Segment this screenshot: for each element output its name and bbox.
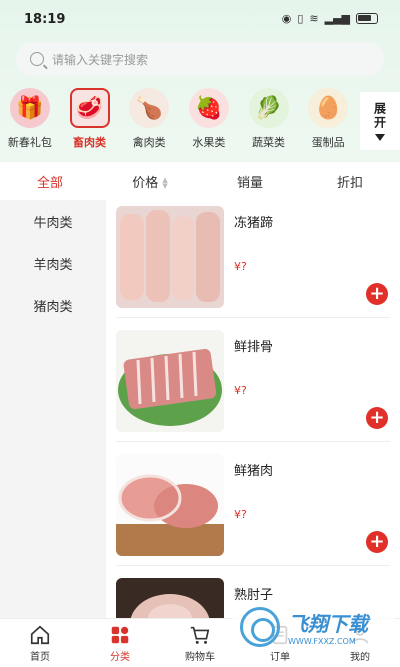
watermark-logo xyxy=(240,607,280,647)
search-placeholder: 请输入关键字搜索 xyxy=(52,52,149,67)
product-image-pork-ribs xyxy=(116,330,224,432)
add-to-cart-button[interactable]: + xyxy=(366,407,388,429)
search-input[interactable]: 请输入关键字搜索 xyxy=(16,42,384,76)
vegetable-icon: 🥬 xyxy=(248,88,289,128)
subcategory-beef[interactable]: 牛肉类 xyxy=(0,200,106,242)
product-price: ¥? xyxy=(234,384,247,397)
status-time: 18:19 xyxy=(24,12,66,27)
product-card[interactable]: 鲜排骨 ¥? + xyxy=(116,324,390,442)
add-to-cart-button[interactable]: + xyxy=(366,283,388,305)
gift-box-icon: 🎁 xyxy=(9,88,50,128)
wifi-icon: ≋ xyxy=(309,12,319,25)
product-image-pork-knuckle xyxy=(116,578,224,618)
category-strip: 🎁 新春礼包 🥩 畜肉类 🍗 禽肉类 🍓 水果类 🥬 蔬菜类 🥚 蛋制品 xyxy=(0,88,358,158)
eye-icon: ◉ xyxy=(281,12,292,25)
sort-all-tab[interactable]: 全部 xyxy=(0,172,100,191)
subcategory-sidebar: 牛肉类 羊肉类 猪肉类 xyxy=(0,200,106,618)
subcategory-pork[interactable]: 猪肉类 xyxy=(0,284,106,326)
sort-arrows-icon: ▲ ▼ xyxy=(162,176,168,190)
home-icon xyxy=(30,625,50,644)
category-red-meat[interactable]: 🥩 畜肉类 xyxy=(60,88,120,158)
red-meat-icon: 🥩 xyxy=(69,88,110,128)
vibrate-icon: ▯ xyxy=(297,12,304,25)
add-to-cart-button[interactable]: + xyxy=(366,531,388,553)
search-icon xyxy=(30,52,44,66)
product-card[interactable]: 鲜猪肉 ¥? + xyxy=(116,448,390,566)
product-name: 熟肘子 xyxy=(234,588,274,603)
product-card[interactable]: 冻猪蹄 ¥? + xyxy=(116,200,390,318)
status-icons: ◉ ▯ ≋ ▂▄▆ xyxy=(282,12,378,25)
category-gift[interactable]: 🎁 新春礼包 xyxy=(0,88,60,158)
expand-categories-button[interactable]: 展开 xyxy=(360,92,400,150)
poultry-icon: 🍗 xyxy=(129,88,170,128)
sort-price-tab[interactable]: 价格 ▲ ▼ xyxy=(100,172,200,191)
category-poultry[interactable]: 🍗 禽肉类 xyxy=(119,88,179,158)
tab-category[interactable]: 分类 xyxy=(80,619,160,667)
signal-icon: ▂▄▆ xyxy=(324,12,350,25)
sort-bar: 全部 价格 ▲ ▼ 销量 折扣 xyxy=(0,162,400,200)
tab-home[interactable]: 首页 xyxy=(0,619,80,667)
category-vegetable[interactable]: 🥬 蔬菜类 xyxy=(239,88,299,158)
product-name: 冻猪蹄 xyxy=(234,216,274,231)
category-fruit[interactable]: 🍓 水果类 xyxy=(179,88,239,158)
strawberry-icon: 🍓 xyxy=(188,88,229,128)
caret-down-icon xyxy=(375,133,385,141)
product-list: 冻猪蹄 ¥? + 鲜排骨 ¥? + 鲜猪肉 ¥? + 熟肘子 xyxy=(106,200,400,618)
watermark: 飞翔下载 WWW.FXXZ.COM xyxy=(232,602,394,652)
watermark-text: 飞翔下载 xyxy=(288,612,368,636)
sort-sales-tab[interactable]: 销量 xyxy=(200,172,300,191)
battery-icon xyxy=(356,13,378,24)
watermark-url: WWW.FXXZ.COM xyxy=(288,637,356,646)
egg-icon: 🥚 xyxy=(308,88,349,128)
status-bar: 18:19 ◉ ▯ ≋ ▂▄▆ xyxy=(0,0,400,40)
subcategory-lamb[interactable]: 羊肉类 xyxy=(0,242,106,284)
tab-cart[interactable]: 购物车 xyxy=(160,619,240,667)
product-name: 鲜猪肉 xyxy=(234,464,274,479)
product-name: 鲜排骨 xyxy=(234,340,274,355)
cart-icon xyxy=(190,626,210,644)
product-price: ¥? xyxy=(234,508,247,521)
category-icon xyxy=(111,626,129,643)
product-price: ¥? xyxy=(234,260,247,273)
product-image-pig-trotters xyxy=(116,206,224,308)
category-egg[interactable]: 🥚 蛋制品 xyxy=(298,88,358,158)
sort-discount-tab[interactable]: 折扣 xyxy=(300,172,400,191)
product-image-fresh-pork xyxy=(116,454,224,556)
